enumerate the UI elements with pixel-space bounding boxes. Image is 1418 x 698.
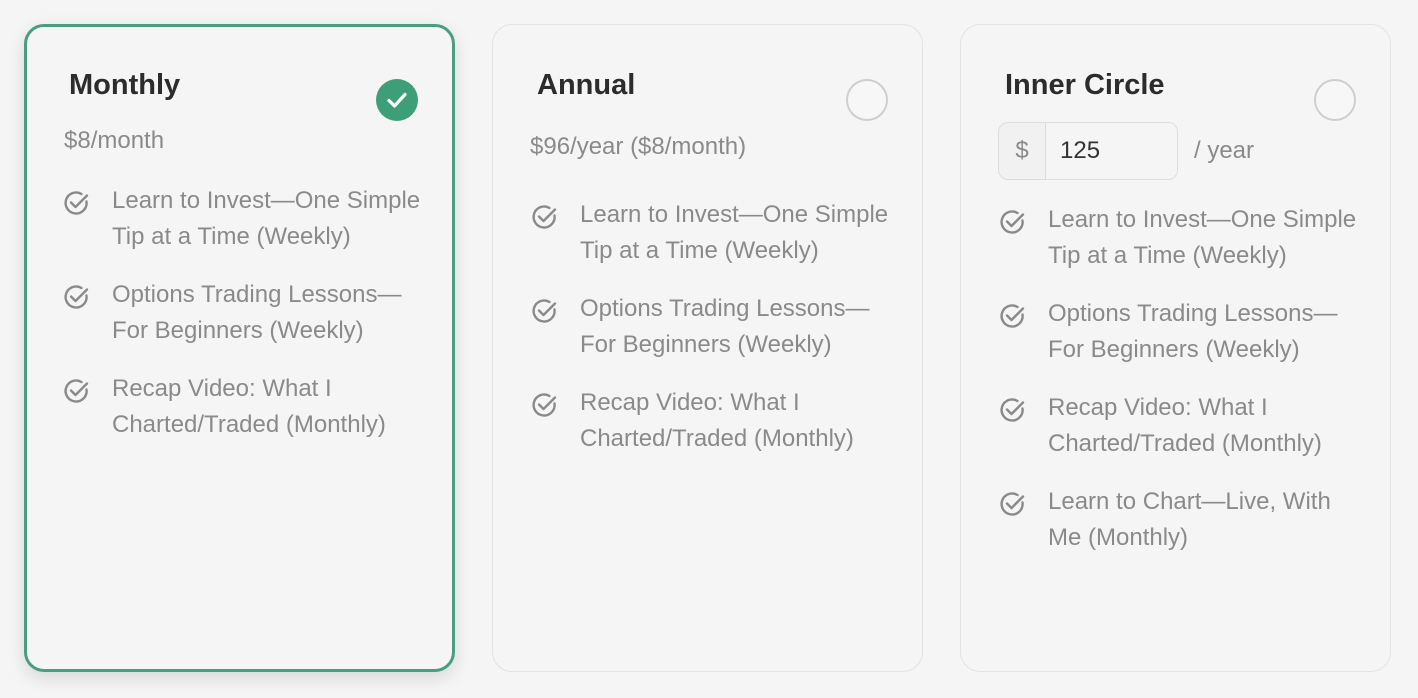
- feature-label: Learn to Invest—One Simple Tip at a Time…: [1048, 206, 1357, 269]
- plan-radio[interactable]: [1314, 79, 1356, 121]
- plan-radio[interactable]: [846, 79, 888, 121]
- feature-list: Learn to Invest—One Simple Tip at a Time…: [530, 197, 902, 479]
- check-circle-icon: [532, 299, 557, 323]
- feature-label: Learn to Invest—One Simple Tip at a Time…: [112, 187, 421, 250]
- plan-card-inner-circle[interactable]: Inner Circle $ 125 / year Learn to Inves…: [960, 24, 1391, 672]
- price-period: / year: [1194, 137, 1255, 164]
- feature-item: Options Trading Lessons—For Beginners (W…: [530, 291, 902, 363]
- plan-price: $8/month: [64, 127, 165, 154]
- feature-item: Learn to Invest—One Simple Tip at a Time…: [62, 183, 432, 255]
- check-icon: [387, 92, 407, 108]
- check-circle-icon: [1000, 304, 1025, 328]
- check-circle-icon: [64, 285, 89, 309]
- amount-field[interactable]: 125: [1046, 123, 1177, 179]
- feature-list: Learn to Invest—One Simple Tip at a Time…: [62, 183, 432, 465]
- check-circle-icon: [64, 379, 89, 403]
- check-circle-icon: [64, 191, 89, 215]
- feature-item: Recap Video: What I Charted/Traded (Mont…: [530, 385, 902, 457]
- plan-card-monthly[interactable]: Monthly $8/month Learn to Invest—One Sim…: [24, 24, 455, 672]
- check-circle-icon: [1000, 398, 1025, 422]
- feature-item: Learn to Invest—One Simple Tip at a Time…: [998, 202, 1370, 274]
- feature-item: Learn to Chart—Live, With Me (Monthly): [998, 484, 1370, 556]
- feature-label: Recap Video: What I Charted/Traded (Mont…: [112, 375, 386, 438]
- feature-item: Options Trading Lessons—For Beginners (W…: [998, 296, 1370, 368]
- feature-label: Learn to Invest—One Simple Tip at a Time…: [580, 201, 889, 264]
- currency-prefix: $: [999, 123, 1046, 179]
- feature-label: Recap Video: What I Charted/Traded (Mont…: [1048, 394, 1322, 457]
- custom-price-row: $ 125 / year: [998, 122, 1254, 180]
- check-circle-icon: [532, 393, 557, 417]
- feature-label: Options Trading Lessons—For Beginners (W…: [112, 281, 402, 344]
- feature-item: Recap Video: What I Charted/Traded (Mont…: [62, 371, 432, 443]
- feature-label: Recap Video: What I Charted/Traded (Mont…: [580, 389, 854, 452]
- plan-title: Annual: [537, 69, 636, 101]
- feature-item: Options Trading Lessons—For Beginners (W…: [62, 277, 432, 349]
- feature-label: Options Trading Lessons—For Beginners (W…: [580, 295, 870, 358]
- custom-price-input[interactable]: $ 125: [998, 122, 1178, 180]
- plan-title: Inner Circle: [1005, 69, 1165, 101]
- feature-item: Recap Video: What I Charted/Traded (Mont…: [998, 390, 1370, 462]
- plan-price: $96/year ($8/month): [530, 133, 747, 160]
- feature-item: Learn to Invest—One Simple Tip at a Time…: [530, 197, 902, 269]
- check-circle-icon: [1000, 210, 1025, 234]
- plan-title: Monthly: [69, 69, 181, 101]
- feature-label: Options Trading Lessons—For Beginners (W…: [1048, 300, 1338, 363]
- check-circle-icon: [532, 205, 557, 229]
- check-circle-icon: [1000, 492, 1025, 516]
- plan-card-annual[interactable]: Annual $96/year ($8/month) Learn to Inve…: [492, 24, 923, 672]
- plan-radio-selected[interactable]: [376, 79, 418, 121]
- feature-label: Learn to Chart—Live, With Me (Monthly): [1048, 488, 1331, 551]
- feature-list: Learn to Invest—One Simple Tip at a Time…: [998, 202, 1370, 578]
- plan-selector: Monthly $8/month Learn to Invest—One Sim…: [0, 0, 1418, 698]
